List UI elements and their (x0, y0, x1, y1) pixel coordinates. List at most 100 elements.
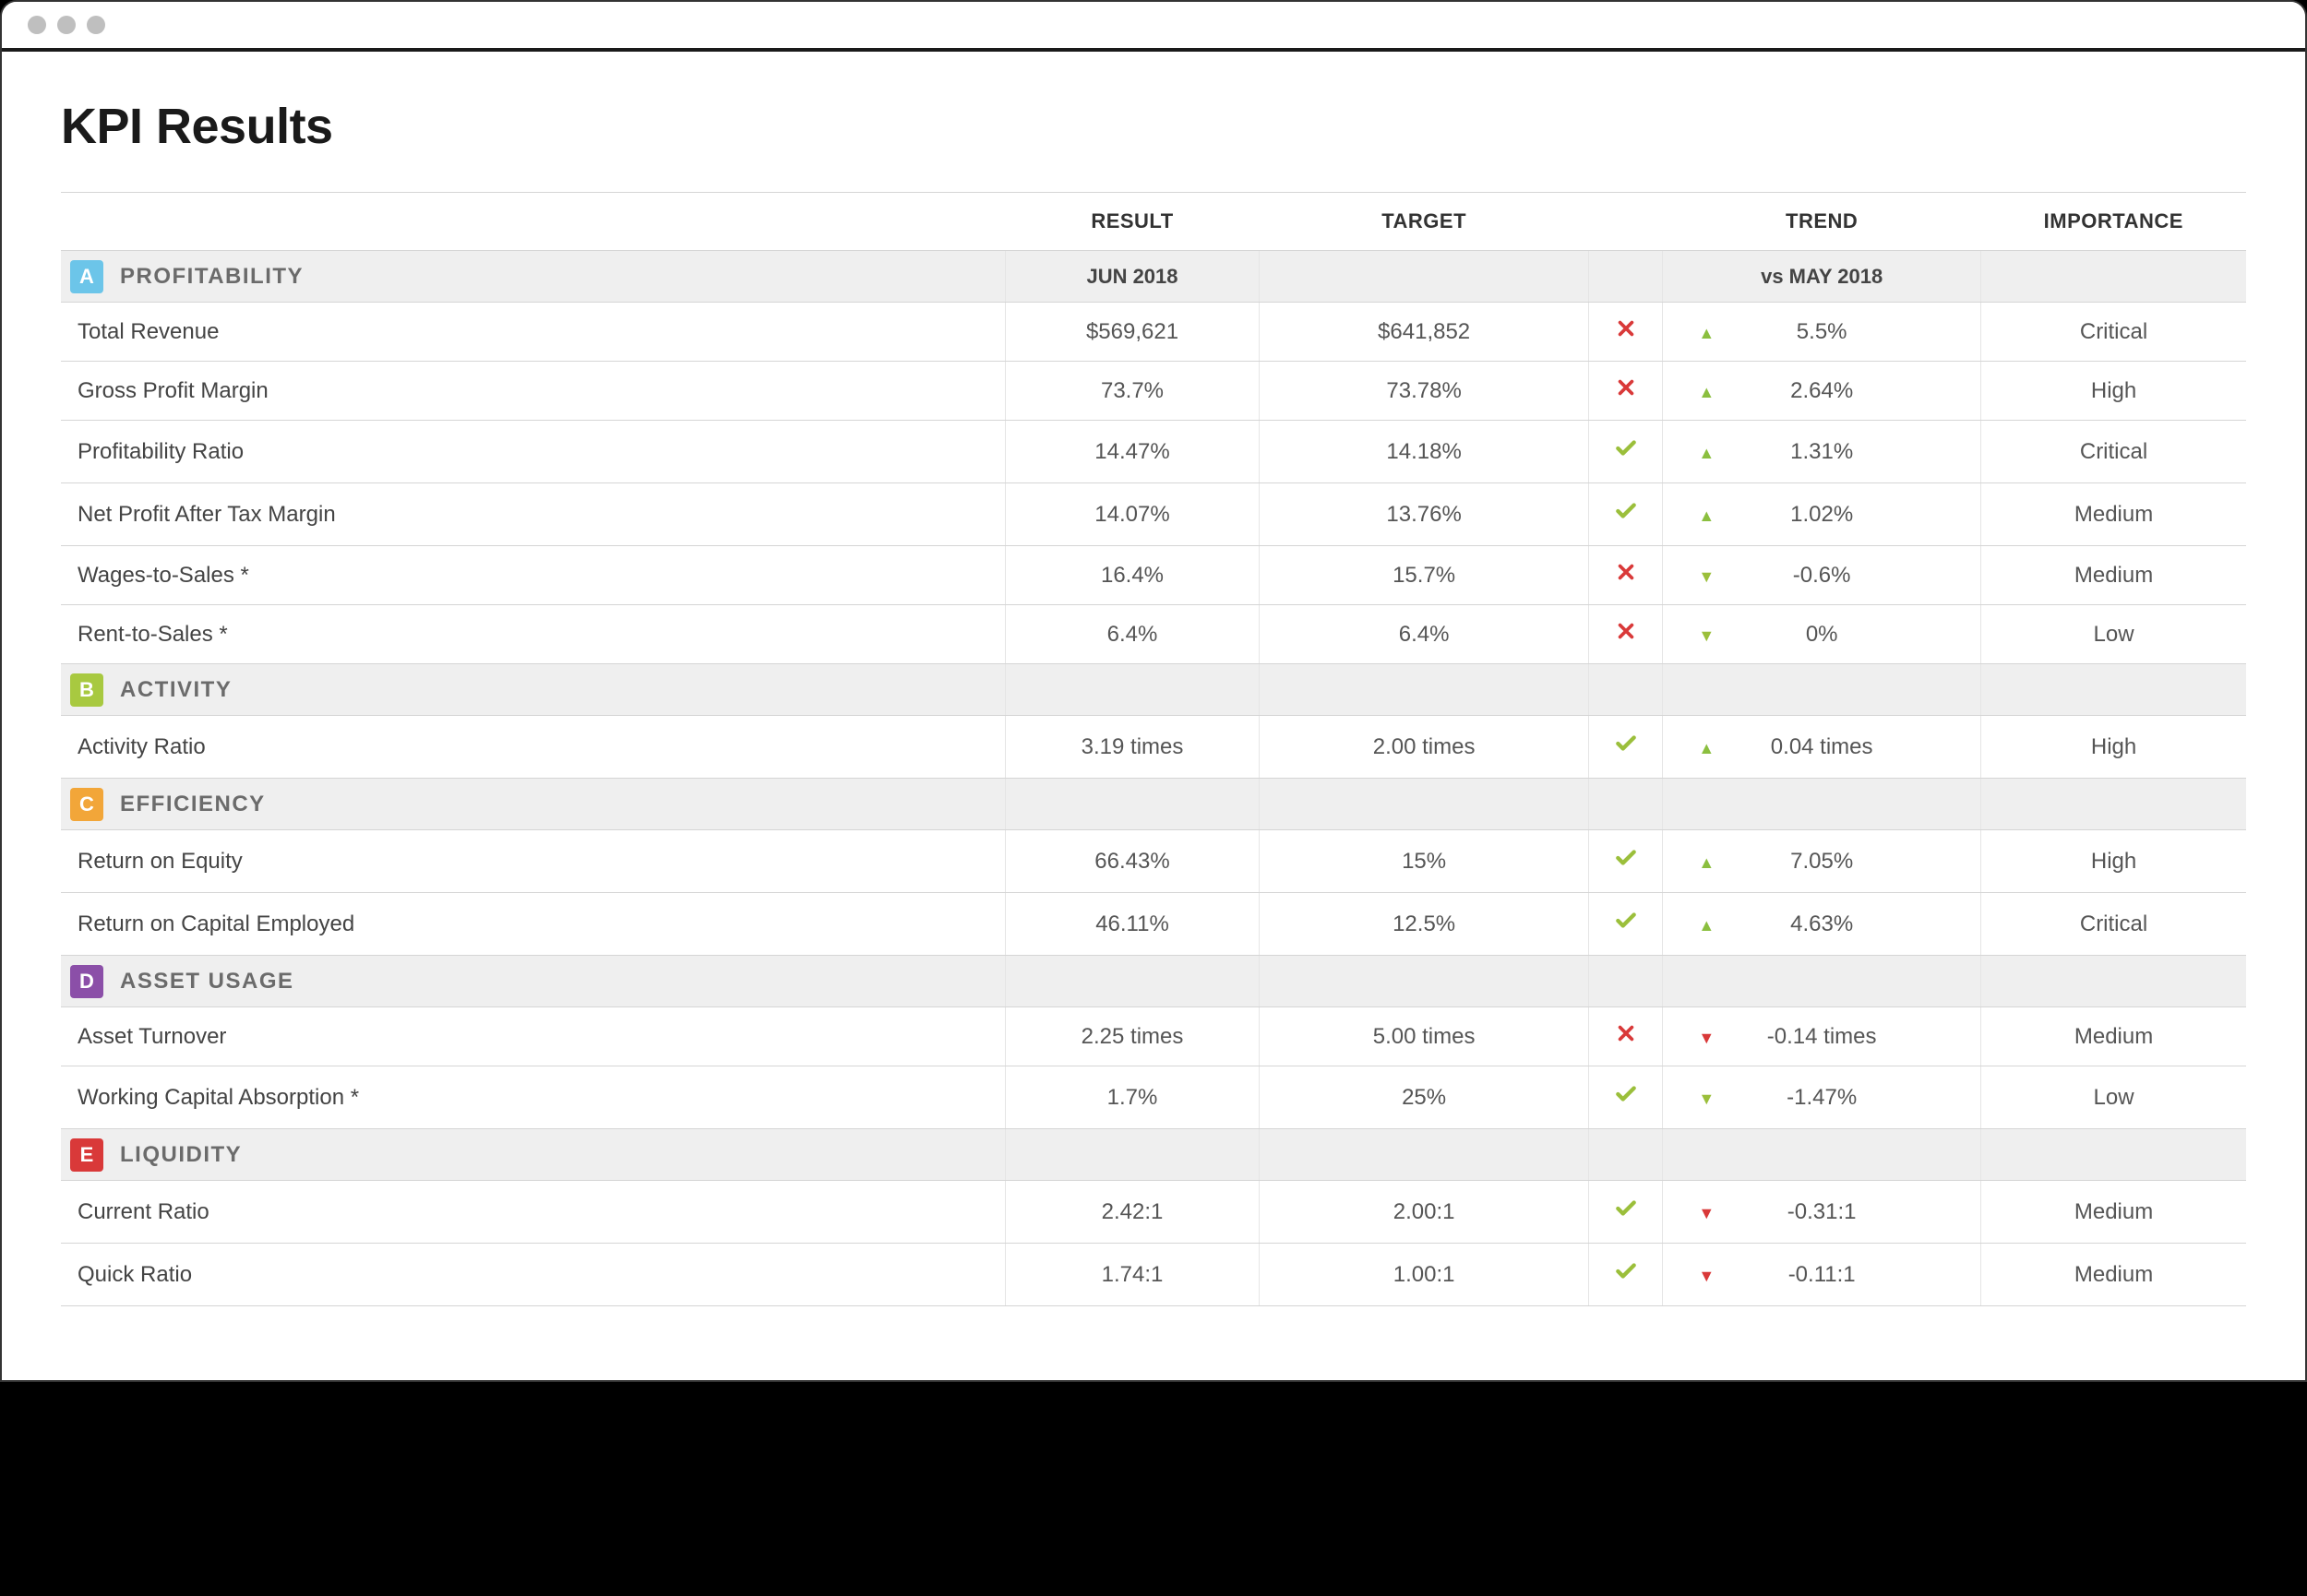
kpi-status (1588, 893, 1662, 956)
kpi-importance: Critical (1981, 421, 2246, 483)
header-status (1588, 193, 1662, 251)
kpi-status (1588, 421, 1662, 483)
kpi-name: Profitability Ratio (61, 421, 1005, 483)
kpi-target: $641,852 (1260, 303, 1588, 362)
kpi-row: Return on Equity66.43%15%▲7.05%High (61, 830, 2246, 893)
section-trend-sub (1663, 956, 1981, 1007)
kpi-result: 16.4% (1005, 546, 1260, 605)
kpi-row: Current Ratio2.42:12.00:1▼-0.31:1Medium (61, 1181, 2246, 1244)
kpi-result: 6.4% (1005, 605, 1260, 664)
trend-up-icon: ▲ (1698, 506, 1715, 525)
kpi-importance: Low (1981, 605, 2246, 664)
browser-window: KPI Results RESULT TARGET TREND IMPORTAN… (0, 0, 2307, 1382)
kpi-result: $569,621 (1005, 303, 1260, 362)
kpi-target: 5.00 times (1260, 1007, 1588, 1066)
trend-down-negative-icon: ▼ (1698, 1204, 1715, 1222)
kpi-result: 73.7% (1005, 362, 1260, 421)
window-close-dot[interactable] (28, 16, 46, 34)
kpi-status (1588, 1066, 1662, 1129)
kpi-name: Activity Ratio (61, 716, 1005, 779)
section-badge: C (70, 788, 103, 821)
section-title: ASSET USAGE (120, 969, 294, 995)
header-importance: IMPORTANCE (1981, 193, 2246, 251)
check-icon (1614, 1197, 1638, 1221)
header-trend: TREND (1663, 193, 1981, 251)
kpi-trend: ▲4.63% (1663, 893, 1981, 956)
section-result-sub (1005, 779, 1260, 830)
trend-down-negative-icon: ▼ (1698, 1029, 1715, 1047)
section-badge: B (70, 673, 103, 707)
section-badge: A (70, 260, 103, 293)
x-icon (1616, 621, 1636, 641)
kpi-name: Rent-to-Sales * (61, 605, 1005, 664)
x-icon (1616, 1023, 1636, 1043)
trend-up-icon: ▲ (1698, 916, 1715, 935)
kpi-status (1588, 830, 1662, 893)
kpi-name: Return on Capital Employed (61, 893, 1005, 956)
header-result: RESULT (1005, 193, 1260, 251)
kpi-trend: ▲7.05% (1663, 830, 1981, 893)
kpi-name: Return on Equity (61, 830, 1005, 893)
section-trend-sub (1663, 664, 1981, 716)
kpi-importance: Low (1981, 1066, 2246, 1129)
kpi-target: 15% (1260, 830, 1588, 893)
kpi-row: Gross Profit Margin73.7%73.78%▲2.64%High (61, 362, 2246, 421)
check-icon (1614, 1259, 1638, 1283)
kpi-row: Profitability Ratio14.47%14.18%▲1.31%Cri… (61, 421, 2246, 483)
section-badge: D (70, 965, 103, 998)
kpi-trend: ▲2.64% (1663, 362, 1981, 421)
kpi-result: 2.42:1 (1005, 1181, 1260, 1244)
kpi-result: 66.43% (1005, 830, 1260, 893)
kpi-row: Total Revenue$569,621$641,852 ▲5.5%Critic… (61, 303, 2246, 362)
kpi-trend: ▼0% (1663, 605, 1981, 664)
kpi-target: 6.4% (1260, 605, 1588, 664)
kpi-name: Total Revenue (61, 303, 1005, 362)
trend-up-icon: ▲ (1698, 444, 1715, 462)
table-header-row: RESULT TARGET TREND IMPORTANCE (61, 193, 2246, 251)
section-trend-sub (1663, 1129, 1981, 1181)
kpi-row: Return on Capital Employed46.11%12.5% ▲4.… (61, 893, 2246, 956)
window-minimize-dot[interactable] (57, 16, 76, 34)
section-result-sub: JUN 2018 (1005, 251, 1260, 303)
kpi-status (1588, 1007, 1662, 1066)
kpi-status (1588, 1181, 1662, 1244)
kpi-name: Gross Profit Margin (61, 362, 1005, 421)
check-icon (1614, 436, 1638, 460)
section-header-row: D ASSET USAGE (61, 956, 2246, 1007)
kpi-target: 15.7% (1260, 546, 1588, 605)
kpi-status (1588, 716, 1662, 779)
kpi-target: 12.5% (1260, 893, 1588, 956)
section-header-row: APROFITABILITYJUN 2018vs MAY 2018 (61, 251, 2246, 303)
trend-down-icon: ▼ (1698, 1090, 1715, 1108)
check-icon (1614, 499, 1638, 523)
section-result-sub (1005, 664, 1260, 716)
page-content: KPI Results RESULT TARGET TREND IMPORTAN… (2, 52, 2305, 1380)
window-maximize-dot[interactable] (87, 16, 105, 34)
kpi-row: Wages-to-Sales *16.4%15.7%▼-0.6%Medium (61, 546, 2246, 605)
kpi-result: 46.11% (1005, 893, 1260, 956)
section-result-sub (1005, 1129, 1260, 1181)
section-title: LIQUIDITY (120, 1142, 242, 1168)
kpi-result: 14.07% (1005, 483, 1260, 546)
kpi-status (1588, 483, 1662, 546)
section-header-row: C EFFICIENCY (61, 779, 2246, 830)
kpi-result: 1.74:1 (1005, 1244, 1260, 1306)
kpi-name: Working Capital Absorption * (61, 1066, 1005, 1129)
section-header-row: BACTIVITY (61, 664, 2246, 716)
kpi-name: Quick Ratio (61, 1244, 1005, 1306)
kpi-importance: Medium (1981, 483, 2246, 546)
kpi-result: 2.25 times (1005, 1007, 1260, 1066)
section-header-row: ELIQUIDITY (61, 1129, 2246, 1181)
kpi-target: 1.00:1 (1260, 1244, 1588, 1306)
kpi-row: Working Capital Absorption *1.7%25%▼-1.4… (61, 1066, 2246, 1129)
kpi-trend: ▲1.02% (1663, 483, 1981, 546)
kpi-result: 1.7% (1005, 1066, 1260, 1129)
kpi-trend: ▼-0.11:1 (1663, 1244, 1981, 1306)
check-icon (1614, 1082, 1638, 1106)
kpi-target: 2.00:1 (1260, 1181, 1588, 1244)
kpi-trend: ▲5.5% (1663, 303, 1981, 362)
kpi-target: 73.78% (1260, 362, 1588, 421)
kpi-importance: Critical (1981, 303, 2246, 362)
section-title: EFFICIENCY (120, 792, 266, 817)
kpi-importance: Medium (1981, 1244, 2246, 1306)
